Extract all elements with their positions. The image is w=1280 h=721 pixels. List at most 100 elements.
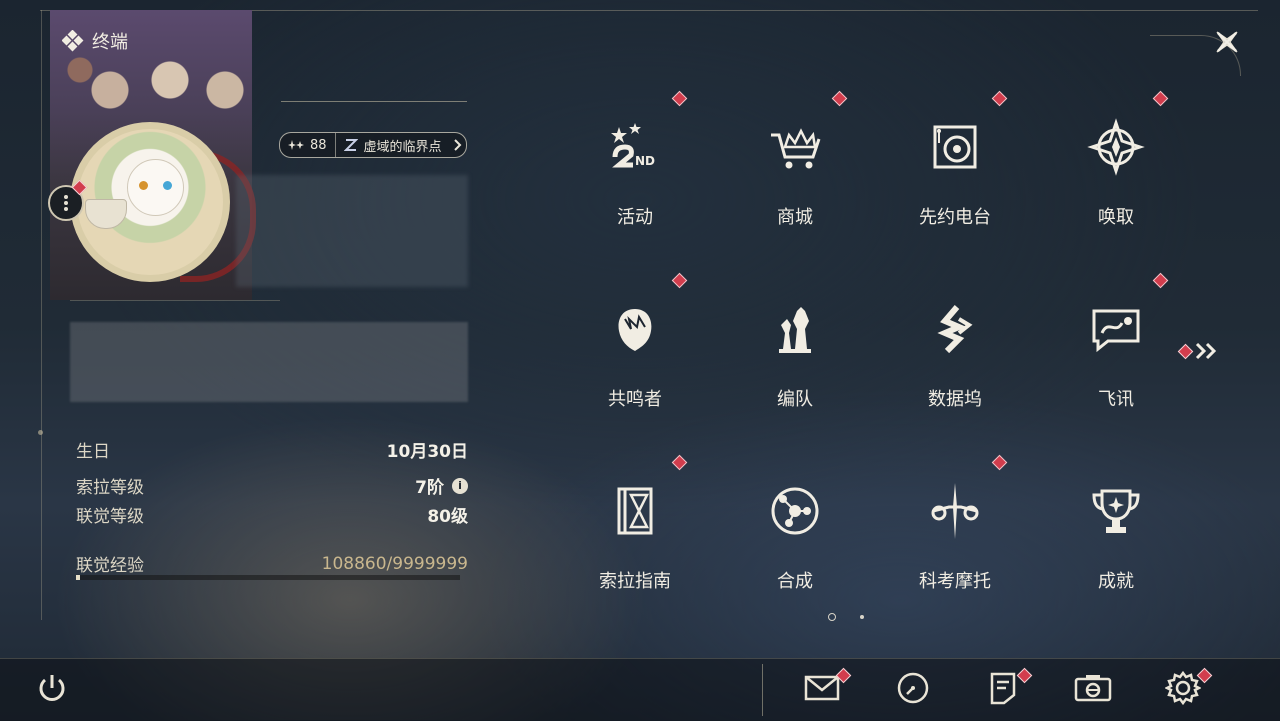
camera-icon [1074,675,1112,702]
notification-badge [1152,272,1169,289]
notification-badge [671,454,688,471]
motorbike-icon [931,483,979,539]
next-page-button[interactable] [1177,338,1226,364]
menu-item-label: 合成 [777,571,813,592]
double-chevron-right-icon [1195,342,1217,360]
menu-item-synthesis[interactable]: 合成 [735,459,855,619]
exp-progress-fill [76,575,81,580]
notification-badge [1152,90,1169,107]
page-indicator [828,613,864,621]
name-underline [281,101,467,102]
menu-item-radio[interactable]: 先约电台 [895,90,1015,255]
close-button[interactable] [1207,22,1247,62]
clock-icon [897,672,929,704]
player-level: 88 [310,137,327,153]
synthesis-icon [771,487,819,535]
close-icon [1216,31,1238,53]
chevron-right-icon [453,139,461,151]
data-bank-icon [937,305,973,354]
avatar-eye-right [163,181,172,190]
profile-divider [70,300,280,301]
terminal-header: 终端 [62,28,128,54]
level-title-badge[interactable]: 88 虚域的临界点 [279,132,467,158]
player-title: 虚域的临界点 [363,139,442,155]
notification-badge [831,90,848,107]
team-chess-icon [779,307,811,353]
menu-item-label: 活动 [617,207,653,228]
menu-item-team[interactable]: 编队 [735,277,855,437]
info-label: 联觉经验 [76,556,144,576]
menu-item-label: 科考摩托 [919,571,991,592]
radio-icon [933,125,977,169]
blurred-signature [70,322,468,402]
message-chat-icon [1092,309,1140,353]
info-row-sola-level: 索拉等级 7阶 i [76,473,468,498]
notification-badge [671,90,688,107]
menu-item-summon[interactable]: 唤取 [1056,90,1176,255]
info-value-group: 7阶 i [415,473,468,498]
info-label: 生日 [76,442,110,462]
guide-book-icon [617,487,653,535]
notice-icon [990,672,1016,705]
menu-item-message[interactable]: 飞讯 [1056,272,1176,437]
frame-left-line [41,10,42,620]
menu-item-guide[interactable]: 索拉指南 [575,454,695,619]
info-label: 索拉等级 [76,478,144,498]
blurred-player-name [236,175,468,287]
info-icon[interactable]: i [452,477,468,494]
notification-badge [991,454,1008,471]
settings-gear-icon [1165,670,1201,706]
menu-item-label: 飞讯 [1098,389,1134,410]
clock-button[interactable] [893,668,933,708]
avatar-image [77,129,223,275]
notification-badge [671,272,688,289]
info-value: 80级 [427,507,468,527]
power-button[interactable] [32,668,72,708]
svg-text:ND: ND [635,154,655,168]
bottom-bar-separator [762,664,763,716]
avatar-face-shape [127,159,184,216]
menu-item-event[interactable]: ND 活动 [575,90,695,255]
info-value: 10月30日 [386,442,468,462]
avatar-bowl-shape [85,199,127,229]
info-row-union-exp: 联觉经验 108860/9999999 [76,551,468,577]
summon-compass-icon [1087,118,1145,176]
mail-button[interactable] [802,667,852,708]
trophy-icon [1092,489,1140,533]
info-label: 联觉等级 [76,507,144,527]
frame-node [38,430,43,435]
menu-item-label: 商城 [777,207,813,228]
power-icon [39,675,65,701]
shop-crown-cart-icon [771,128,821,169]
title-emblem-icon [343,139,358,151]
menu-item-achievement[interactable]: 成就 [1056,459,1176,619]
avatar-eye-left [139,181,148,190]
menu-item-shop[interactable]: 商城 [735,90,855,255]
page-dot-current[interactable] [828,613,836,621]
avatar[interactable] [70,122,230,282]
terminal-title: 终端 [92,32,128,53]
terminal-diamond-icon [62,30,84,52]
notice-button[interactable] [983,667,1033,708]
page-dot[interactable] [860,615,864,619]
menu-item-label: 唤取 [1098,207,1134,228]
menu-item-label: 先约电台 [919,207,991,228]
info-row-union-level: 联觉等级 80级 [76,502,468,527]
next-page-badge [1177,343,1194,359]
menu-item-label: 索拉指南 [599,571,671,592]
mail-icon [804,675,840,701]
menu-item-databank[interactable]: 数据坞 [895,277,1015,437]
resonator-portrait-icon [618,309,652,351]
info-row-birthday: 生日 10月30日 [76,437,468,462]
info-value: 108860/9999999 [321,553,468,574]
photo-mode-button[interactable] [1073,668,1113,708]
more-vertical-icon [64,195,68,211]
menu-item-resonator[interactable]: 共鸣者 [575,272,695,437]
menu-item-motorbike[interactable]: 科考摩托 [895,454,1015,619]
menu-item-label: 共鸣者 [608,389,662,410]
info-value: 7阶 [415,478,444,498]
sparkle-icon [288,140,304,150]
settings-button[interactable] [1163,667,1213,708]
menu-item-label: 编队 [777,389,813,410]
menu-item-label: 成就 [1098,571,1134,592]
